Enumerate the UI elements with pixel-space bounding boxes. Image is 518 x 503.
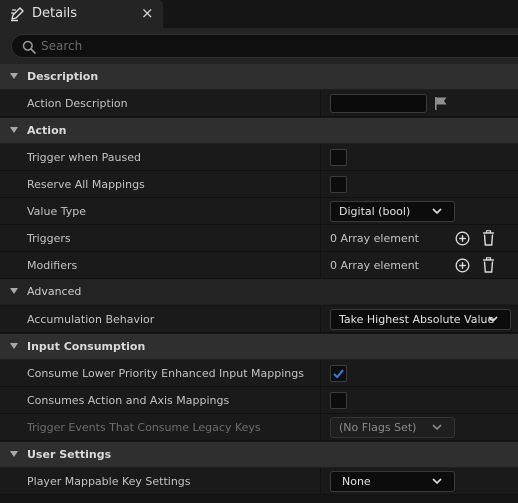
- category-label: Action: [27, 124, 67, 137]
- add-element-icon[interactable]: [455, 231, 470, 246]
- collapse-arrow-icon: [10, 343, 18, 349]
- collapse-arrow-icon: [10, 451, 18, 457]
- property-label: Triggers: [27, 232, 71, 245]
- chevron-down-icon: [432, 424, 442, 431]
- property-label: Action Description: [27, 97, 128, 110]
- player-mappable-dropdown[interactable]: None: [330, 471, 455, 492]
- column-divider: [320, 360, 321, 386]
- column-divider: [320, 387, 321, 413]
- category-label: Description: [27, 70, 99, 83]
- property-trigger-events-legacy: Trigger Events That Consume Legacy Keys …: [0, 414, 518, 441]
- property-label: Value Type: [27, 205, 86, 218]
- pencil-icon: [11, 7, 24, 22]
- property-label: Accumulation Behavior: [27, 313, 155, 326]
- array-count: 0 Array element: [330, 232, 419, 245]
- close-icon[interactable]: ×: [141, 4, 154, 22]
- category-user-settings[interactable]: User Settings: [0, 442, 518, 468]
- category-description[interactable]: Description: [0, 64, 518, 90]
- column-divider: [320, 225, 321, 251]
- collapse-arrow-icon: [10, 288, 18, 294]
- column-divider: [320, 468, 321, 494]
- collapse-arrow-icon: [10, 127, 18, 133]
- reserve-all-mappings-checkbox[interactable]: [330, 176, 347, 193]
- category-label: Input Consumption: [27, 340, 146, 353]
- column-divider: [320, 144, 321, 170]
- trigger-events-legacy-dropdown: (No Flags Set): [330, 417, 455, 438]
- trash-icon[interactable]: [482, 230, 495, 246]
- property-triggers: Triggers 0 Array element: [0, 225, 518, 252]
- property-label: Reserve All Mappings: [27, 178, 145, 191]
- property-label: Trigger Events That Consume Legacy Keys: [27, 421, 261, 434]
- checkmark-icon: [333, 369, 344, 379]
- search-input[interactable]: [41, 35, 501, 57]
- property-reserve-all-mappings: Reserve All Mappings: [0, 171, 518, 198]
- property-label: Modifiers: [27, 259, 78, 272]
- category-action[interactable]: Action: [0, 118, 518, 144]
- search-box[interactable]: [11, 34, 518, 58]
- trigger-when-paused-checkbox[interactable]: [330, 149, 347, 166]
- property-label: Consume Lower Priority Enhanced Input Ma…: [27, 367, 304, 380]
- property-action-description: Action Description: [0, 90, 518, 117]
- column-divider: [320, 252, 321, 278]
- property-modifiers: Modifiers 0 Array element: [0, 252, 518, 279]
- category-input-consumption[interactable]: Input Consumption: [0, 334, 518, 360]
- collapse-arrow-icon: [10, 73, 18, 79]
- property-label: Trigger when Paused: [27, 151, 141, 164]
- consume-lower-priority-checkbox[interactable]: [330, 365, 347, 382]
- array-count: 0 Array element: [330, 259, 419, 272]
- tab-bar: Details ×: [0, 0, 518, 28]
- chevron-down-icon: [432, 478, 442, 485]
- column-divider: [320, 198, 321, 224]
- search-row: [0, 28, 518, 64]
- property-consumes-action-axis: Consumes Action and Axis Mappings: [0, 387, 518, 414]
- tab-details[interactable]: Details ×: [0, 0, 163, 28]
- property-label: Player Mappable Key Settings: [27, 475, 191, 488]
- property-player-mappable: Player Mappable Key Settings None: [0, 468, 518, 495]
- column-divider: [320, 306, 321, 332]
- dropdown-value: Digital (bool): [339, 205, 411, 218]
- chevron-down-icon: [432, 208, 442, 215]
- consumes-action-axis-checkbox[interactable]: [330, 392, 347, 409]
- category-advanced[interactable]: Advanced: [0, 279, 518, 305]
- search-icon: [22, 40, 36, 54]
- trash-icon[interactable]: [482, 257, 495, 273]
- add-element-icon[interactable]: [455, 258, 470, 273]
- property-consume-lower-priority: Consume Lower Priority Enhanced Input Ma…: [0, 360, 518, 387]
- column-divider: [320, 414, 321, 440]
- column-divider: [320, 171, 321, 197]
- dropdown-value: (No Flags Set): [339, 421, 417, 434]
- property-trigger-when-paused: Trigger when Paused: [0, 144, 518, 171]
- chevron-down-icon: [488, 316, 498, 323]
- dropdown-value: None: [342, 475, 371, 488]
- accumulation-behavior-dropdown[interactable]: Take Highest Absolute Value: [330, 309, 511, 330]
- action-description-field[interactable]: [330, 94, 427, 113]
- property-value-type: Value Type Digital (bool): [0, 198, 518, 225]
- value-type-dropdown[interactable]: Digital (bool): [330, 201, 455, 222]
- tab-title: Details: [32, 6, 78, 21]
- category-label: User Settings: [27, 448, 112, 461]
- category-label: Advanced: [27, 285, 82, 298]
- property-label: Consumes Action and Axis Mappings: [27, 394, 230, 407]
- dropdown-value: Take Highest Absolute Value: [339, 313, 495, 326]
- flag-icon[interactable]: [433, 96, 449, 111]
- property-accumulation-behavior: Accumulation Behavior Take Highest Absol…: [0, 306, 518, 333]
- column-divider: [320, 90, 321, 116]
